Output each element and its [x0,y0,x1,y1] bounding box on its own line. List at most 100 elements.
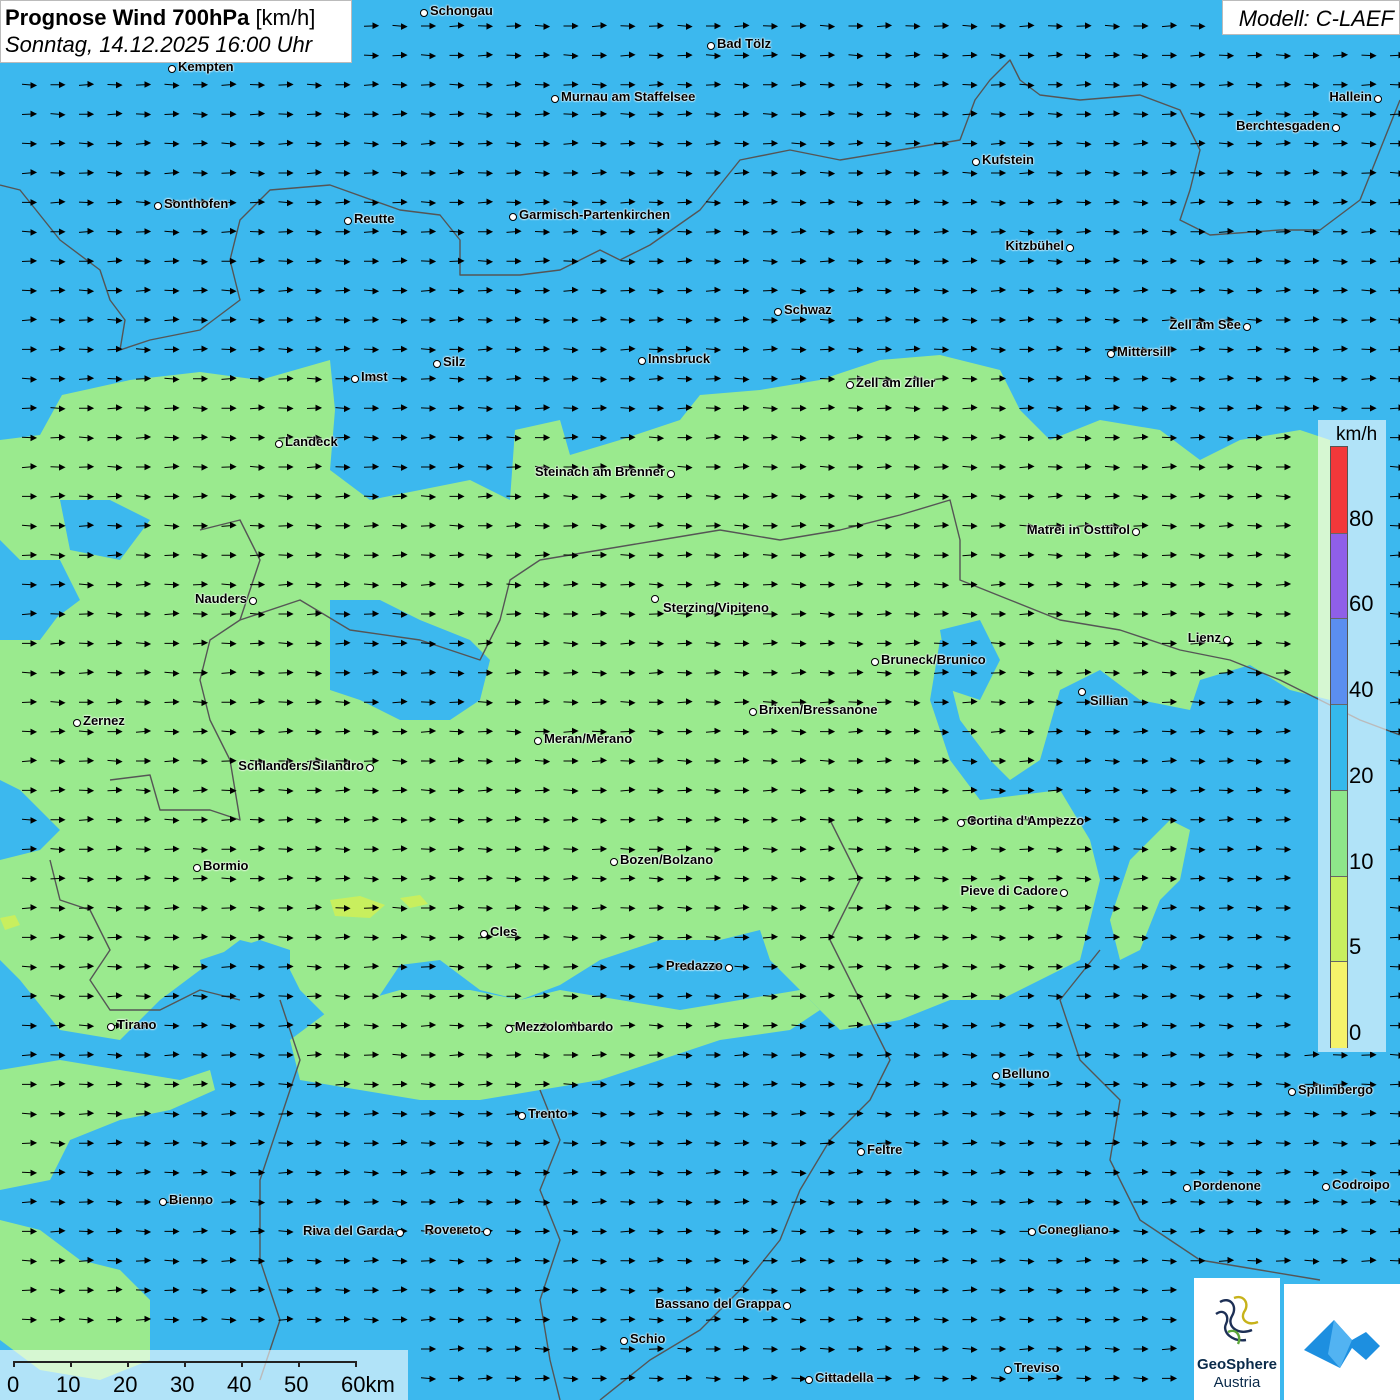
city-label: Schwaz [784,302,832,317]
city-dot-icon [73,719,81,727]
city-label: Lienz [1187,630,1221,645]
city-label: Brixen/Bressanone [759,702,878,717]
city-dot-icon [667,470,675,478]
city-dot-icon [433,360,441,368]
scale-tick [298,1361,300,1367]
scale-tick [184,1361,186,1367]
legend-label: 10 [1349,848,1374,874]
warn-app-logo[interactable] [1284,1284,1400,1400]
city-dot-icon [610,858,618,866]
warn-app-icon [1304,1320,1380,1368]
city-label: Bienno [169,1192,214,1207]
city-label: Meran/Merano [544,731,633,746]
city-dot-icon [1223,636,1231,644]
city-label: Bad Tölz [717,36,772,51]
city-dot-icon [1322,1183,1330,1191]
city-dot-icon [366,764,374,772]
city-label: Zell am See [1169,317,1241,332]
city-dot-icon [1060,889,1068,897]
city-label: Schio [630,1331,666,1346]
scale-label: 0 [7,1372,20,1397]
city-dot-icon [846,381,854,389]
city-label: Cles [490,924,518,939]
city-dot-icon [620,1337,628,1345]
city-dot-icon [480,930,488,938]
city-dot-icon [1243,323,1251,331]
city-dot-icon [1066,244,1074,252]
legend-band [1331,618,1347,706]
city-label: Reutte [354,211,395,226]
scale-label: 20 [113,1372,138,1397]
city-dot-icon [1107,350,1115,358]
city-dot-icon [774,308,782,316]
legend-band [1331,532,1347,620]
city-label: Silz [443,354,466,369]
city-dot-icon [638,357,646,365]
legend-label: 20 [1349,762,1374,788]
city-dot-icon [154,202,162,210]
legend-label: 5 [1349,934,1362,960]
city-dot-icon [534,737,542,745]
geosphere-logo[interactable]: GeoSphere Austria [1194,1278,1280,1400]
city-dot-icon [725,964,733,972]
scale-label: 30 [170,1372,195,1397]
scale-tick [241,1361,243,1367]
scale-bar: 0 10 20 30 40 50 60km [0,1350,408,1400]
city-label: Pieve di Cadore [960,883,1058,898]
map-title: Prognose Wind 700hPa [km/h] [5,4,351,31]
city-label: Matrei in Osttirol [1026,522,1130,537]
city-dot-icon [957,819,965,827]
city-label: Codroipo [1332,1177,1390,1192]
legend-band [1331,447,1347,533]
city-label: Kufstein [982,152,1034,167]
city-label: Treviso [1014,1360,1060,1375]
scale-tick [355,1361,357,1367]
scale-label: 60km [341,1372,395,1397]
geosphere-country: Austria [1213,1374,1261,1391]
city-dot-icon [805,1376,813,1384]
city-label: Schongau [430,3,493,18]
scale-tick [70,1361,72,1367]
city-label: Sonthofen [164,196,229,211]
city-label: Innsbruck [648,351,711,366]
city-label: Kitzbühel [1005,238,1065,253]
city-label: Belluno [1002,1066,1050,1081]
city-dot-icon [483,1228,491,1236]
city-dot-icon [992,1072,1000,1080]
city-label: Conegliano [1038,1222,1109,1237]
city-dot-icon [396,1229,404,1237]
city-dot-icon [351,375,359,383]
city-dot-icon [972,158,980,166]
city-dot-icon [857,1148,865,1156]
city-dot-icon [159,1198,167,1206]
title-unit: [km/h] [255,5,316,30]
city-label: Steinach am Brenner [534,464,665,479]
city-dot-icon [871,658,879,666]
city-label: Sterzing/Vipiteno [663,600,769,615]
legend-label: 40 [1349,677,1374,703]
scale-label: 50 [284,1372,309,1397]
city-dot-icon [749,708,757,716]
city-dot-icon [509,213,517,221]
legend-colorbar [1330,446,1348,1048]
city-label: Landeck [285,434,338,449]
city-label: Bassano del Grappa [655,1296,781,1311]
city-label: Hallein [1329,89,1372,104]
city-dot-icon [1028,1228,1036,1236]
legend-band [1331,961,1347,1048]
city-label: Feltre [867,1142,903,1157]
city-dot-icon [505,1025,513,1033]
city-label: Tirano [117,1017,157,1032]
forecast-datetime: Sonntag, 14.12.2025 16:00 Uhr [5,32,313,57]
city-label: Predazzo [665,958,723,973]
city-label: Schlanders/Silandro [238,758,364,773]
city-label: Garmisch-Partenkirchen [519,207,671,222]
city-dot-icon [783,1302,791,1310]
city-dot-icon [1078,688,1086,696]
city-label: Riva del Garda [302,1223,394,1238]
city-dot-icon [551,95,559,103]
city-dot-icon [1288,1088,1296,1096]
legend-unit: km/h [1336,424,1378,445]
city-dot-icon [168,65,176,73]
city-dot-icon [275,440,283,448]
